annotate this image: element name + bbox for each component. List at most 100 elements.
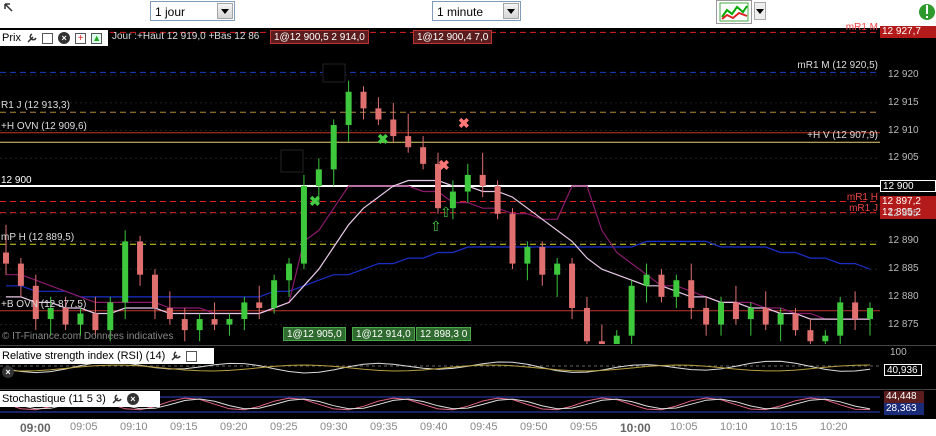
candle: [122, 241, 129, 303]
time-tick-label: 09:10: [120, 421, 148, 433]
time-tick-label: 09:05: [70, 421, 98, 433]
time-axis: 09:00 09:05 09:10 09:15 09:20 09:25 09:30 09:35…: [0, 419, 936, 436]
candle: [211, 319, 218, 325]
add-indicator-icon[interactable]: +: [75, 32, 87, 44]
level-label: +H OVN (12 909,6): [1, 120, 87, 132]
stochastic-value-2: 28,363: [884, 403, 924, 415]
candle: [777, 313, 784, 325]
candle: [539, 246, 546, 275]
signal-marker: [322, 63, 346, 83]
time-tick-label: 09:00: [20, 421, 51, 435]
buy-cross-icon: ✖: [309, 193, 321, 209]
candle: [762, 307, 769, 325]
rsi-panel[interactable]: Relative strength index (RSI) (14) × 100…: [0, 345, 936, 388]
candle: [479, 174, 486, 186]
time-tick-label: 10:20: [820, 421, 848, 433]
rsi-title: Relative strength index (RSI) (14): [2, 350, 166, 362]
wrench-icon[interactable]: [26, 32, 37, 44]
watermark: © IT-Finance.com Données indicatives: [2, 331, 174, 342]
candle: [837, 302, 844, 336]
time-tick-label: 10:00: [620, 421, 651, 435]
candle: [196, 319, 203, 331]
close-icon[interactable]: ×: [126, 393, 139, 406]
chart-icon: [719, 2, 749, 22]
candle: [166, 307, 173, 320]
candle: [62, 307, 69, 325]
price-tick-label: 12 915: [888, 96, 919, 108]
minimize-icon[interactable]: [42, 32, 54, 44]
candle: [554, 263, 561, 275]
candle: [524, 246, 531, 264]
time-tick-label: 09:30: [320, 421, 348, 433]
minimize-icon[interactable]: [186, 350, 198, 362]
candle: [315, 169, 322, 186]
sell-cross-icon: ✖: [438, 157, 450, 173]
interval-select[interactable]: 1 minute: [432, 1, 521, 21]
level-label: +H V (12 907,9): [807, 130, 878, 142]
rsi-value-box: 40,936: [884, 364, 922, 376]
close-icon[interactable]: ×: [58, 32, 71, 45]
level-label: mR1 H: [846, 191, 878, 203]
candle: [405, 136, 412, 148]
price-tick-label: 12 885: [888, 263, 919, 275]
candle: [330, 125, 337, 170]
level-price-box: 12 900: [880, 180, 936, 192]
stochastic-title: Stochastique (11 5 3): [2, 393, 106, 405]
candle: [181, 319, 188, 331]
price-chart-panel[interactable]: ✖ ✖ ✖ ✖ ⇧ ⇧ Prix × + ▲ Jour :+Haut 12 919,0 +…: [0, 22, 936, 344]
candle: [420, 147, 427, 164]
close-icon[interactable]: ×: [2, 366, 14, 379]
candle: [807, 330, 814, 342]
candle: [3, 252, 9, 264]
level-label: +B OVN (12 877,5): [1, 298, 87, 310]
time-tick-label: 09:40: [420, 421, 448, 433]
candle: [360, 91, 367, 109]
price-panel-title: Prix: [2, 32, 21, 44]
candle: [718, 302, 725, 325]
time-tick-label: 10:05: [670, 421, 698, 433]
arrow-up-icon[interactable]: ▲: [91, 32, 103, 44]
candle: [345, 91, 352, 126]
price-tick-label: 12 890: [888, 235, 919, 247]
top-toolbar: 1 jour 1 minute: [0, 0, 936, 28]
time-tick-label: 09:45: [470, 421, 498, 433]
time-tick-label: 09:25: [270, 421, 298, 433]
stochastic-value-1: 44,448: [884, 391, 924, 403]
alert-button[interactable]: [918, 0, 936, 24]
level-label: mR1 M: [845, 22, 878, 34]
candle: [286, 263, 293, 281]
level-label: mR1 M (12 920,5): [797, 60, 878, 72]
candle: [688, 280, 695, 308]
price-chart[interactable]: ✖ ✖ ✖ ✖ ⇧⇧: [0, 28, 936, 344]
chart-style-dropdown[interactable]: [754, 2, 766, 20]
level-label: mR1 J: [849, 202, 878, 214]
wrench-icon[interactable]: [170, 350, 181, 362]
candle: [732, 302, 739, 320]
candle: [226, 319, 233, 325]
stochastic-panel[interactable]: Stochastique (11 5 3) × 44,448 28,363: [0, 389, 936, 418]
arrow-up-icon: ⇧: [430, 218, 442, 234]
rsi-panel-header: Relative strength index (RSI) (14) ×: [0, 348, 214, 379]
chevron-down-icon[interactable]: [503, 3, 519, 19]
time-tick-label: 10:15: [770, 421, 798, 433]
wrench-icon[interactable]: [111, 393, 122, 405]
price-tick-label: 12 910: [888, 124, 919, 136]
chart-style-button[interactable]: [716, 0, 752, 24]
rsi-upper-label: 100: [890, 347, 907, 358]
bottom-tag-3: 12 898,3 0: [416, 327, 472, 341]
candle: [390, 119, 397, 137]
arrow-up-icon: ⇧: [440, 204, 452, 220]
candle: [613, 335, 620, 344]
level-label: mP H (12 889,5): [1, 232, 75, 244]
back-icon[interactable]: [2, 0, 16, 12]
candle: [703, 307, 710, 325]
bottom-tag-2: 1@12 914,0: [352, 327, 415, 341]
candle: [271, 280, 278, 308]
price-tick-label: 12 880: [888, 290, 919, 302]
period-select[interactable]: 1 jour: [150, 1, 235, 21]
candle: [375, 108, 382, 120]
interval-select-value: 1 minute: [437, 5, 484, 19]
chevron-down-icon[interactable]: [217, 3, 233, 19]
period-select-value: 1 jour: [155, 5, 186, 19]
candle: [852, 302, 859, 320]
